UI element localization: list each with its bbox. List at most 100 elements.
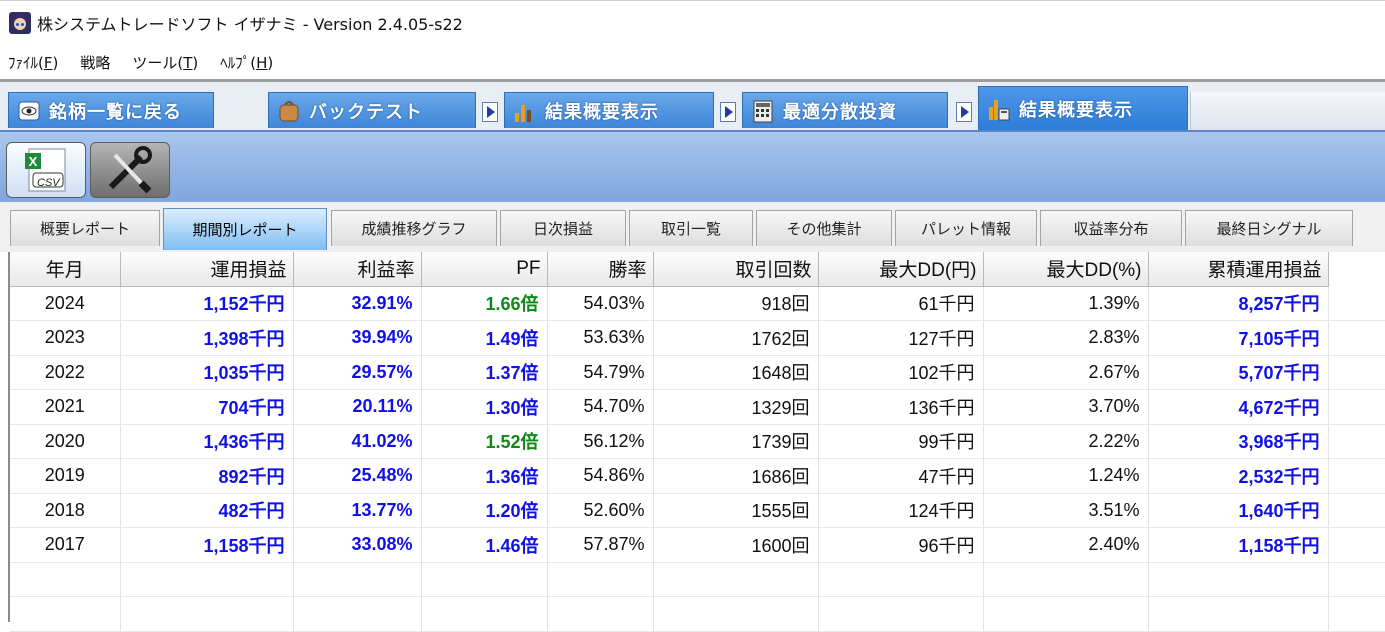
period-report-grid[interactable]: 年月 運用損益 利益率 PF 勝率 取引回数 最大DD(円) 最大DD(%) 累… — [8, 252, 1385, 632]
cell-return: 33.08% — [293, 527, 422, 563]
table-row[interactable]: 2019 892千円 25.48% 1.36倍 54.86% 1686回 47千円 1.24%… — [10, 458, 1385, 494]
cell-return: 39.94% — [293, 320, 422, 356]
cell-empty — [1328, 458, 1385, 494]
menu-tools[interactable]: ツール(T) — [132, 52, 198, 73]
cell-empty — [293, 562, 422, 597]
table-row[interactable]: 2017 1,158千円 33.08% 1.46倍 57.87% 1600回 96千円 2.4… — [10, 527, 1385, 563]
table-row[interactable]: 2022 1,035千円 29.57% 1.37倍 54.79% 1648回 102千円 2.… — [10, 355, 1385, 390]
col-header-maxdd-pct[interactable]: 最大DD(%) — [983, 252, 1149, 287]
cell-winrate: 54.03% — [547, 286, 654, 321]
cell-pf: 1.36倍 — [421, 458, 548, 494]
result-summary-active-tab[interactable]: 結果概要表示 — [978, 86, 1188, 130]
col-header-trades[interactable]: 取引回数 — [653, 252, 819, 287]
cell-empty — [983, 596, 1149, 632]
menu-file[interactable]: ﾌｧｲﾙ(F) — [8, 52, 58, 73]
cell-empty — [1328, 389, 1385, 425]
tab-period-report[interactable]: 期間別レポート — [163, 208, 327, 250]
settings-tools-button[interactable] — [90, 142, 170, 198]
table-row[interactable]: 2020 1,436千円 41.02% 1.52倍 56.12% 1739回 99千円 2.2… — [10, 424, 1385, 459]
cell-maxdd-yen: 136千円 — [818, 389, 984, 425]
menu-help[interactable]: ﾍﾙﾌﾟ(H) — [220, 52, 273, 73]
cell-trades: 1739回 — [653, 424, 819, 459]
cell-pnl: 704千円 — [120, 389, 294, 425]
col-header-cumulative[interactable]: 累積運用損益 — [1148, 252, 1329, 287]
col-header-return[interactable]: 利益率 — [293, 252, 422, 287]
cell-maxdd-pct: 1.39% — [983, 286, 1149, 321]
cell-maxdd-pct: 2.40% — [983, 527, 1149, 563]
table-row[interactable]: 2024 1,152千円 32.91% 1.66倍 54.03% 918回 61千円 1.39… — [10, 286, 1385, 321]
tab-other-stats[interactable]: その他集計 — [756, 210, 892, 246]
tab-performance-graph[interactable]: 成績推移グラフ — [331, 210, 497, 246]
back-to-list-button[interactable]: 銘柄一覧に戻る — [8, 92, 214, 128]
cell-cumulative: 4,672千円 — [1148, 389, 1329, 425]
cell-winrate: 57.87% — [547, 527, 654, 563]
cell-pnl: 1,035千円 — [120, 355, 294, 390]
cell-cumulative: 7,105千円 — [1148, 320, 1329, 356]
cell-cumulative: 1,640千円 — [1148, 493, 1329, 528]
cell-empty — [818, 596, 984, 632]
cell-return: 20.11% — [293, 389, 422, 425]
col-header-winrate[interactable]: 勝率 — [547, 252, 654, 287]
svg-text:X: X — [29, 154, 38, 169]
col-header-maxdd-yen[interactable]: 最大DD(円) — [818, 252, 984, 287]
cell-pf: 1.49倍 — [421, 320, 548, 356]
tab-trade-list[interactable]: 取引一覧 — [629, 210, 753, 246]
result-summary-button[interactable]: 結果概要表示 — [504, 92, 714, 128]
cell-empty — [818, 562, 984, 597]
cell-empty — [10, 562, 121, 597]
eye-icon — [17, 99, 41, 123]
calculator-icon — [751, 99, 775, 123]
col-header-pf[interactable]: PF — [421, 252, 548, 287]
tab-palette-info[interactable]: パレット情報 — [895, 210, 1037, 246]
col-header-pnl[interactable]: 運用損益 — [120, 252, 294, 287]
table-row[interactable]: 2018 482千円 13.77% 1.20倍 52.60% 1555回 124千円 3.51… — [10, 493, 1385, 528]
cell-trades: 918回 — [653, 286, 819, 321]
cell-maxdd-yen: 61千円 — [818, 286, 984, 321]
cell-empty — [653, 596, 819, 632]
cell-pf: 1.52倍 — [421, 424, 548, 459]
cell-empty — [1328, 493, 1385, 528]
tab-return-distribution[interactable]: 収益率分布 — [1040, 210, 1182, 246]
flow-arrow-icon — [720, 102, 736, 122]
chart-calc-icon — [987, 97, 1011, 121]
cell-return: 41.02% — [293, 424, 422, 459]
cell-return: 32.91% — [293, 286, 422, 321]
table-row-empty[interactable] — [10, 562, 1385, 597]
window-title: 株システムトレードソフト イザナミ - Version 2.4.05-s22 — [37, 15, 463, 34]
cell-pnl: 1,436千円 — [120, 424, 294, 459]
col-header-yearmonth[interactable]: 年月 — [10, 252, 121, 287]
cell-pnl: 1,152千円 — [120, 286, 294, 321]
menu-strategy[interactable]: 戦略 — [80, 52, 110, 73]
cell-pnl: 892千円 — [120, 458, 294, 494]
table-row[interactable]: 2021 704千円 20.11% 1.30倍 54.70% 1329回 136千円 3.70… — [10, 389, 1385, 425]
cell-winrate: 56.12% — [547, 424, 654, 459]
table-row[interactable]: 2023 1,398千円 39.94% 1.49倍 53.63% 1762回 127千円 2.… — [10, 320, 1385, 356]
cell-yearmonth: 2023 — [10, 320, 121, 356]
csv-label: CSV — [37, 177, 60, 189]
cell-yearmonth: 2022 — [10, 355, 121, 390]
col-header-empty — [1328, 252, 1385, 286]
cell-empty — [120, 562, 294, 597]
wrench-screwdriver-icon — [108, 146, 152, 194]
cell-maxdd-yen: 102千円 — [818, 355, 984, 390]
cell-maxdd-pct: 3.51% — [983, 493, 1149, 528]
optimal-allocation-button[interactable]: 最適分散投資 — [742, 92, 948, 128]
cell-pnl: 1,158千円 — [120, 527, 294, 563]
cell-empty — [1328, 286, 1385, 321]
tab-summary-report[interactable]: 概要レポート — [10, 210, 160, 246]
cell-yearmonth: 2024 — [10, 286, 121, 321]
cell-yearmonth: 2021 — [10, 389, 121, 425]
cell-trades: 1329回 — [653, 389, 819, 425]
tab-last-day-signal[interactable]: 最終日シグナル — [1185, 210, 1353, 246]
cell-pf: 1.46倍 — [421, 527, 548, 563]
cell-cumulative: 8,257千円 — [1148, 286, 1329, 321]
csv-export-button[interactable]: X CSV — [6, 142, 86, 198]
tab-daily-pnl[interactable]: 日次損益 — [500, 210, 626, 246]
cell-maxdd-pct: 3.70% — [983, 389, 1149, 425]
backtest-button[interactable]: バックテスト — [268, 92, 476, 128]
table-row-empty[interactable] — [10, 596, 1385, 632]
cell-return: 25.48% — [293, 458, 422, 494]
bag-icon — [277, 99, 301, 123]
cell-empty — [1148, 596, 1329, 632]
title-bar: 株システムトレードソフト イザナミ - Version 2.4.05-s22 — [0, 0, 1385, 45]
